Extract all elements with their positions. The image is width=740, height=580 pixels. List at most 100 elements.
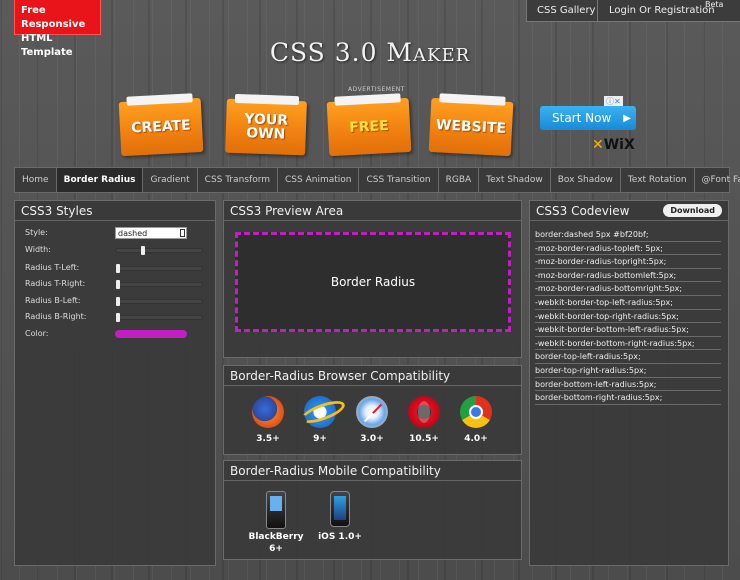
- advertisement-label: ADVERTISEMENT: [348, 86, 405, 93]
- ad-folder-free[interactable]: FREE: [326, 97, 412, 157]
- tool-tabs: Home Border Radius Gradient CSS Transform CS…: [14, 167, 740, 193]
- radius-t-right-slider[interactable]: [115, 280, 203, 289]
- code-line: border-top-left-radius:5px;: [535, 350, 721, 364]
- browser-compat-panel: Border-Radius Browser Compatibility 3.5+…: [223, 365, 522, 455]
- control-row-radius-b-right: Radius B-Right:: [25, 312, 203, 322]
- select-handle-icon: [180, 229, 185, 237]
- preview-box: Border Radius: [235, 232, 511, 332]
- control-label: Radius T-Left:: [25, 263, 80, 272]
- opera-icon: [408, 396, 440, 428]
- control-row-style: Style: dashed: [25, 227, 187, 239]
- wix-logo-text: WiX: [603, 137, 635, 153]
- download-button[interactable]: Download: [663, 204, 722, 217]
- browser-compat-title: Border-Radius Browser Compatibility: [224, 366, 521, 386]
- tab-css-animation[interactable]: CSS Animation: [278, 168, 360, 192]
- blackberry-icon: [266, 491, 286, 529]
- badge-line-1: Free Responsive: [21, 5, 86, 30]
- preview-panel: CSS3 Preview Area Border Radius: [223, 200, 522, 358]
- radius-b-left-slider[interactable]: [115, 297, 203, 306]
- codeview-panel: CSS3 Codeview Download border:dashed 5px…: [529, 200, 729, 566]
- control-row-radius-b-left: Radius B-Left:: [25, 296, 203, 306]
- safari-icon: [356, 396, 388, 428]
- control-row-width: Width:: [25, 245, 203, 255]
- control-label: Width:: [25, 245, 51, 254]
- ad-folder-create[interactable]: CREATE: [118, 97, 204, 157]
- code-line: -webkit-border-bottom-right-radius:5px;: [535, 337, 721, 351]
- control-row-radius-t-right: Radius T-Right:: [25, 279, 203, 289]
- control-row-radius-t-left: Radius T-Left:: [25, 263, 203, 273]
- firefox-icon: [252, 396, 284, 428]
- browser-version: 10.5+: [409, 434, 439, 444]
- color-swatch[interactable]: [115, 330, 187, 338]
- blackberry-version: 6+: [269, 544, 283, 554]
- mobile-compat-panel: Border-Radius Mobile Compatibility Black…: [223, 460, 522, 560]
- site-title: CSS 3.0 Maker: [269, 38, 471, 67]
- css-gallery-link[interactable]: CSS Gallery: [537, 5, 595, 16]
- code-output: border:dashed 5px #bf20bf; -moz-border-ra…: [535, 228, 721, 405]
- login-link[interactable]: Login Or Registration: [609, 5, 715, 16]
- css3-styles-panel: CSS3 Styles Style: dashed Width: Radius T-L…: [14, 200, 216, 566]
- code-line: -moz-border-radius-bottomright:5px;: [535, 282, 721, 296]
- nav-divider: [597, 0, 598, 22]
- border-style-select[interactable]: dashed: [115, 227, 187, 239]
- styles-panel-title: CSS3 Styles: [15, 201, 215, 221]
- tab-rgba[interactable]: RGBA: [439, 168, 480, 192]
- code-line: border-bottom-right-radius:5px;: [535, 391, 721, 405]
- preview-panel-title: CSS3 Preview Area: [224, 201, 521, 221]
- control-label: Style:: [25, 228, 48, 237]
- ad-folder-your-own[interactable]: YOUR OWN: [225, 98, 307, 156]
- tab-css-transform[interactable]: CSS Transform: [198, 168, 279, 192]
- code-line: border-top-right-radius:5px;: [535, 364, 721, 378]
- wix-x-mark: ✕: [592, 137, 604, 153]
- ie-icon: [304, 396, 336, 428]
- free-template-badge[interactable]: Free Responsive HTML Template: [14, 0, 101, 58]
- control-label: Radius B-Right:: [25, 312, 87, 321]
- code-line: -moz-border-radius-topright:5px;: [535, 255, 721, 269]
- tab-home[interactable]: Home: [15, 168, 57, 192]
- mobile-compat-title: Border-Radius Mobile Compatibility: [224, 461, 521, 481]
- control-row-color: Color:: [25, 329, 187, 338]
- code-line: -moz-border-radius-topleft: 5px;: [535, 242, 721, 256]
- tab-text-shadow[interactable]: Text Shadow: [479, 168, 551, 192]
- code-line: border:dashed 5px #bf20bf;: [535, 228, 721, 242]
- iphone-icon: [330, 491, 350, 527]
- code-line: -moz-border-radius-bottomleft:5px;: [535, 269, 721, 283]
- code-line: -webkit-border-top-left-radius:5px;: [535, 296, 721, 310]
- browser-version: 3.0+: [360, 434, 384, 444]
- start-now-label: Start Now: [552, 111, 612, 125]
- code-line: border-bottom-left-radius:5px;: [535, 378, 721, 392]
- chrome-icon: [460, 396, 492, 428]
- wix-logo: ✕WiX: [592, 137, 635, 153]
- code-line: -webkit-border-bottom-left-radius:5px;: [535, 323, 721, 337]
- top-nav: CSS Gallery Login Or Registration Beta: [526, 0, 740, 22]
- chevron-right-icon: ▶: [623, 112, 631, 124]
- browser-version: 3.5+: [256, 434, 280, 444]
- control-label: Radius B-Left:: [25, 296, 81, 305]
- radius-b-right-slider[interactable]: [115, 313, 203, 322]
- slider-thumb[interactable]: [116, 264, 120, 273]
- radius-t-left-slider[interactable]: [115, 264, 203, 273]
- control-label: Radius T-Right:: [25, 279, 86, 288]
- tab-gradient[interactable]: Gradient: [143, 168, 198, 192]
- slider-thumb[interactable]: [141, 246, 146, 255]
- beta-label: Beta: [705, 0, 724, 9]
- ios-label: iOS 1.0+: [318, 532, 362, 542]
- blackberry-label: BlackBerry 6+: [246, 531, 306, 555]
- start-now-button[interactable]: Start Now ▶: [540, 106, 636, 130]
- slider-thumb[interactable]: [116, 280, 120, 289]
- width-slider[interactable]: [115, 246, 203, 255]
- browser-version: 9+: [313, 434, 327, 444]
- tab-css-transition[interactable]: CSS Transition: [359, 168, 439, 192]
- slider-thumb[interactable]: [116, 313, 120, 322]
- code-line: -webkit-border-top-right-radius:5px;: [535, 310, 721, 324]
- tab-box-shadow[interactable]: Box Shadow: [551, 168, 621, 192]
- blackberry-name: BlackBerry: [248, 532, 304, 542]
- tab-border-radius[interactable]: Border Radius: [56, 168, 144, 192]
- browser-version: 4.0+: [464, 434, 488, 444]
- border-style-value: dashed: [118, 229, 148, 238]
- tab-font-face[interactable]: @Font Face: [695, 168, 740, 192]
- tab-text-rotation[interactable]: Text Rotation: [621, 168, 695, 192]
- slider-thumb[interactable]: [116, 297, 120, 306]
- control-label: Color:: [25, 329, 49, 338]
- ad-folder-website[interactable]: WEBSITE: [428, 97, 514, 157]
